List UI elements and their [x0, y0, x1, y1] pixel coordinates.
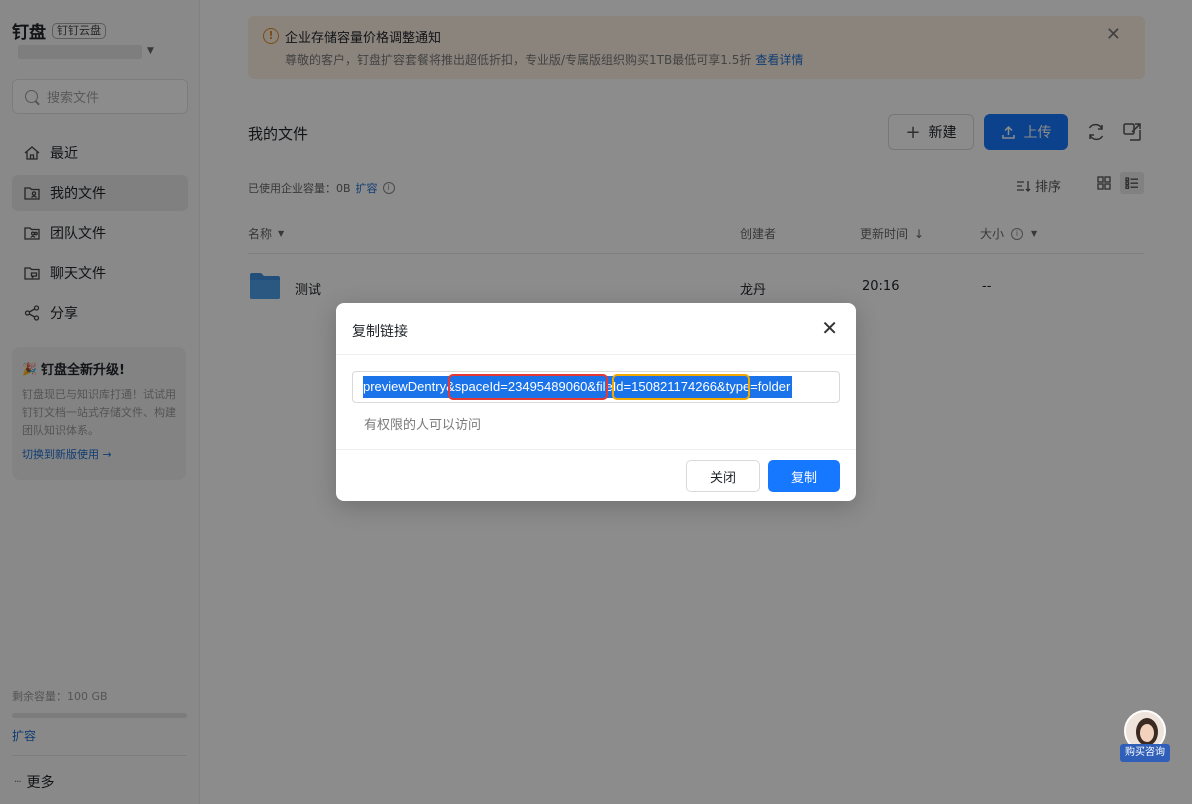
- dialog-divider: [336, 354, 856, 355]
- dialog-divider: [336, 449, 856, 450]
- close-icon[interactable]: ✕: [821, 317, 838, 339]
- consult-widget[interactable]: 购买咨询: [1120, 710, 1170, 764]
- file-id-highlight: [612, 374, 750, 400]
- copy-link-dialog: 复制链接 ✕ previewDentry&spaceId=23495489060…: [336, 303, 856, 501]
- close-button[interactable]: 关闭: [686, 460, 760, 492]
- consult-label: 购买咨询: [1120, 744, 1170, 762]
- dialog-title: 复制链接: [352, 324, 408, 340]
- copy-button[interactable]: 复制: [768, 460, 840, 492]
- access-note: 有权限的人可以访问: [364, 418, 482, 433]
- space-id-highlight: [448, 374, 608, 400]
